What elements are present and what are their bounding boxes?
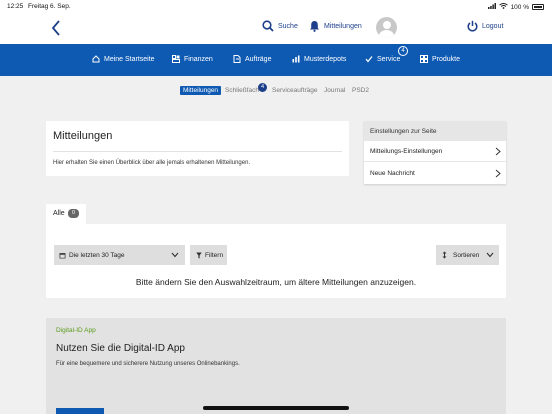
settings-item-notification-settings[interactable]: Mitteilungs-Einstellungen (364, 141, 506, 162)
messages-label: Mitteilungen (324, 22, 362, 30)
filter-label: Filtern (205, 251, 224, 259)
schliessfach-badge: 4 (258, 83, 267, 92)
divider (53, 151, 342, 152)
tab-mitteilungen[interactable]: Mitteilungen (180, 86, 222, 95)
finance-icon (172, 55, 180, 63)
chart-icon (292, 55, 300, 63)
nav-label-home: Meine Startseite (104, 55, 155, 63)
tab-journal[interactable]: Journal (324, 87, 345, 94)
sort-label: Sortieren (453, 251, 480, 259)
status-date: Freitag 6. Sep. (28, 3, 71, 10)
nav-label-service: Service (377, 55, 401, 63)
check-icon (365, 56, 373, 63)
nav-item-orders[interactable]: Aufträge (233, 55, 271, 63)
chevron-down-icon (486, 252, 494, 258)
tab-serviceauftraege[interactable]: Serviceaufträge (272, 87, 318, 94)
avatar[interactable] (376, 17, 397, 38)
tab-schliessfach[interactable]: Schließfach (225, 87, 259, 94)
calendar-icon (59, 252, 66, 258)
search-button[interactable]: Suche (262, 20, 298, 32)
nav-item-model-portfolios[interactable]: Musterdepots (292, 55, 346, 63)
nav-label-orders: Aufträge (245, 55, 272, 63)
chevron-down-icon (171, 252, 179, 258)
settings-panel: Einstellungen zur Seite Mitteilungs-Eins… (364, 121, 506, 184)
empty-state-text: Bitte ändern Sie den Auswahlzeitraum, um… (135, 277, 417, 287)
battery-icon (532, 4, 544, 10)
promo-title: Nutzen Sie die Digital-ID App (56, 343, 185, 354)
settings-item-label: Mitteilungs-Einstellungen (370, 148, 443, 155)
promo-label: Digital-ID App (56, 327, 96, 334)
nav-item-service[interactable]: Service (365, 55, 400, 63)
nav-label-products: Produkte (432, 55, 461, 63)
nav-label-model-portfolios: Musterdepots (304, 55, 347, 63)
sub-tabs: Mitteilungen Schließfach Serviceaufträge… (0, 86, 552, 97)
back-button[interactable] (48, 17, 64, 39)
power-icon (467, 20, 478, 32)
search-icon (262, 20, 274, 32)
sort-icon (442, 251, 447, 259)
nav-item-home[interactable]: Meine Startseite (92, 55, 155, 63)
filter-icon (196, 252, 202, 258)
promo-button[interactable] (56, 408, 104, 414)
nav-item-finances[interactable]: Finanzen (172, 55, 213, 63)
top-bar: Suche Mitteilungen Logout (0, 14, 552, 44)
nav-item-products[interactable]: Produkte (420, 55, 460, 63)
logout-label: Logout (482, 22, 504, 30)
signal-icon (487, 3, 496, 11)
period-value: Die letzten 30 Tage (69, 251, 125, 259)
period-select[interactable]: Die letzten 30 Tage (54, 245, 185, 265)
wifi-icon (498, 3, 508, 11)
tab-all-label: Alle (53, 210, 65, 217)
chevron-right-icon (495, 147, 501, 156)
chevron-left-icon (51, 20, 60, 36)
nav-label-finances: Finanzen (184, 55, 213, 63)
status-right: 100 % (487, 3, 544, 11)
settings-item-new-message[interactable]: Neue Nachricht (364, 163, 506, 184)
search-label: Suche (278, 22, 298, 30)
main-navigation: Meine Startseite Finanzen Aufträge Muste… (0, 44, 552, 76)
chevron-right-icon (495, 169, 501, 178)
logout-button[interactable]: Logout (467, 20, 503, 32)
tab-all-count: 0 (68, 209, 79, 218)
tab-psd2[interactable]: PSD2 (352, 87, 369, 94)
sort-select[interactable]: Sortieren (436, 245, 499, 265)
intro-text: Hier erhalten Sie einen Überblick über a… (53, 160, 251, 166)
settings-header: Einstellungen zur Seite (364, 121, 506, 141)
orders-icon (233, 55, 241, 63)
bell-icon (310, 21, 319, 32)
messages-button[interactable]: Mitteilungen (309, 20, 362, 32)
digital-id-promo: Digital-ID App Nutzen Sie die Digital-ID… (46, 318, 506, 414)
home-indicator[interactable] (203, 406, 349, 410)
page-title: Mitteilungen (53, 130, 113, 142)
tab-all[interactable]: Alle 0 (46, 204, 86, 224)
grid-icon (420, 55, 428, 63)
intro-card: Mitteilungen Hier erhalten Sie einen Übe… (46, 121, 349, 176)
home-icon (92, 55, 100, 63)
service-badge: 4 (398, 46, 408, 56)
filter-button[interactable]: Filtern (190, 245, 227, 265)
promo-text: Für eine bequemere und sicherere Nutzung… (56, 361, 240, 367)
settings-item-label: Neue Nachricht (370, 170, 415, 177)
battery-label: 100 % (510, 3, 529, 11)
status-time: 12:25 (7, 3, 24, 10)
status-bar: 12:25 Freitag 6. Sep. 100 % (0, 0, 552, 14)
